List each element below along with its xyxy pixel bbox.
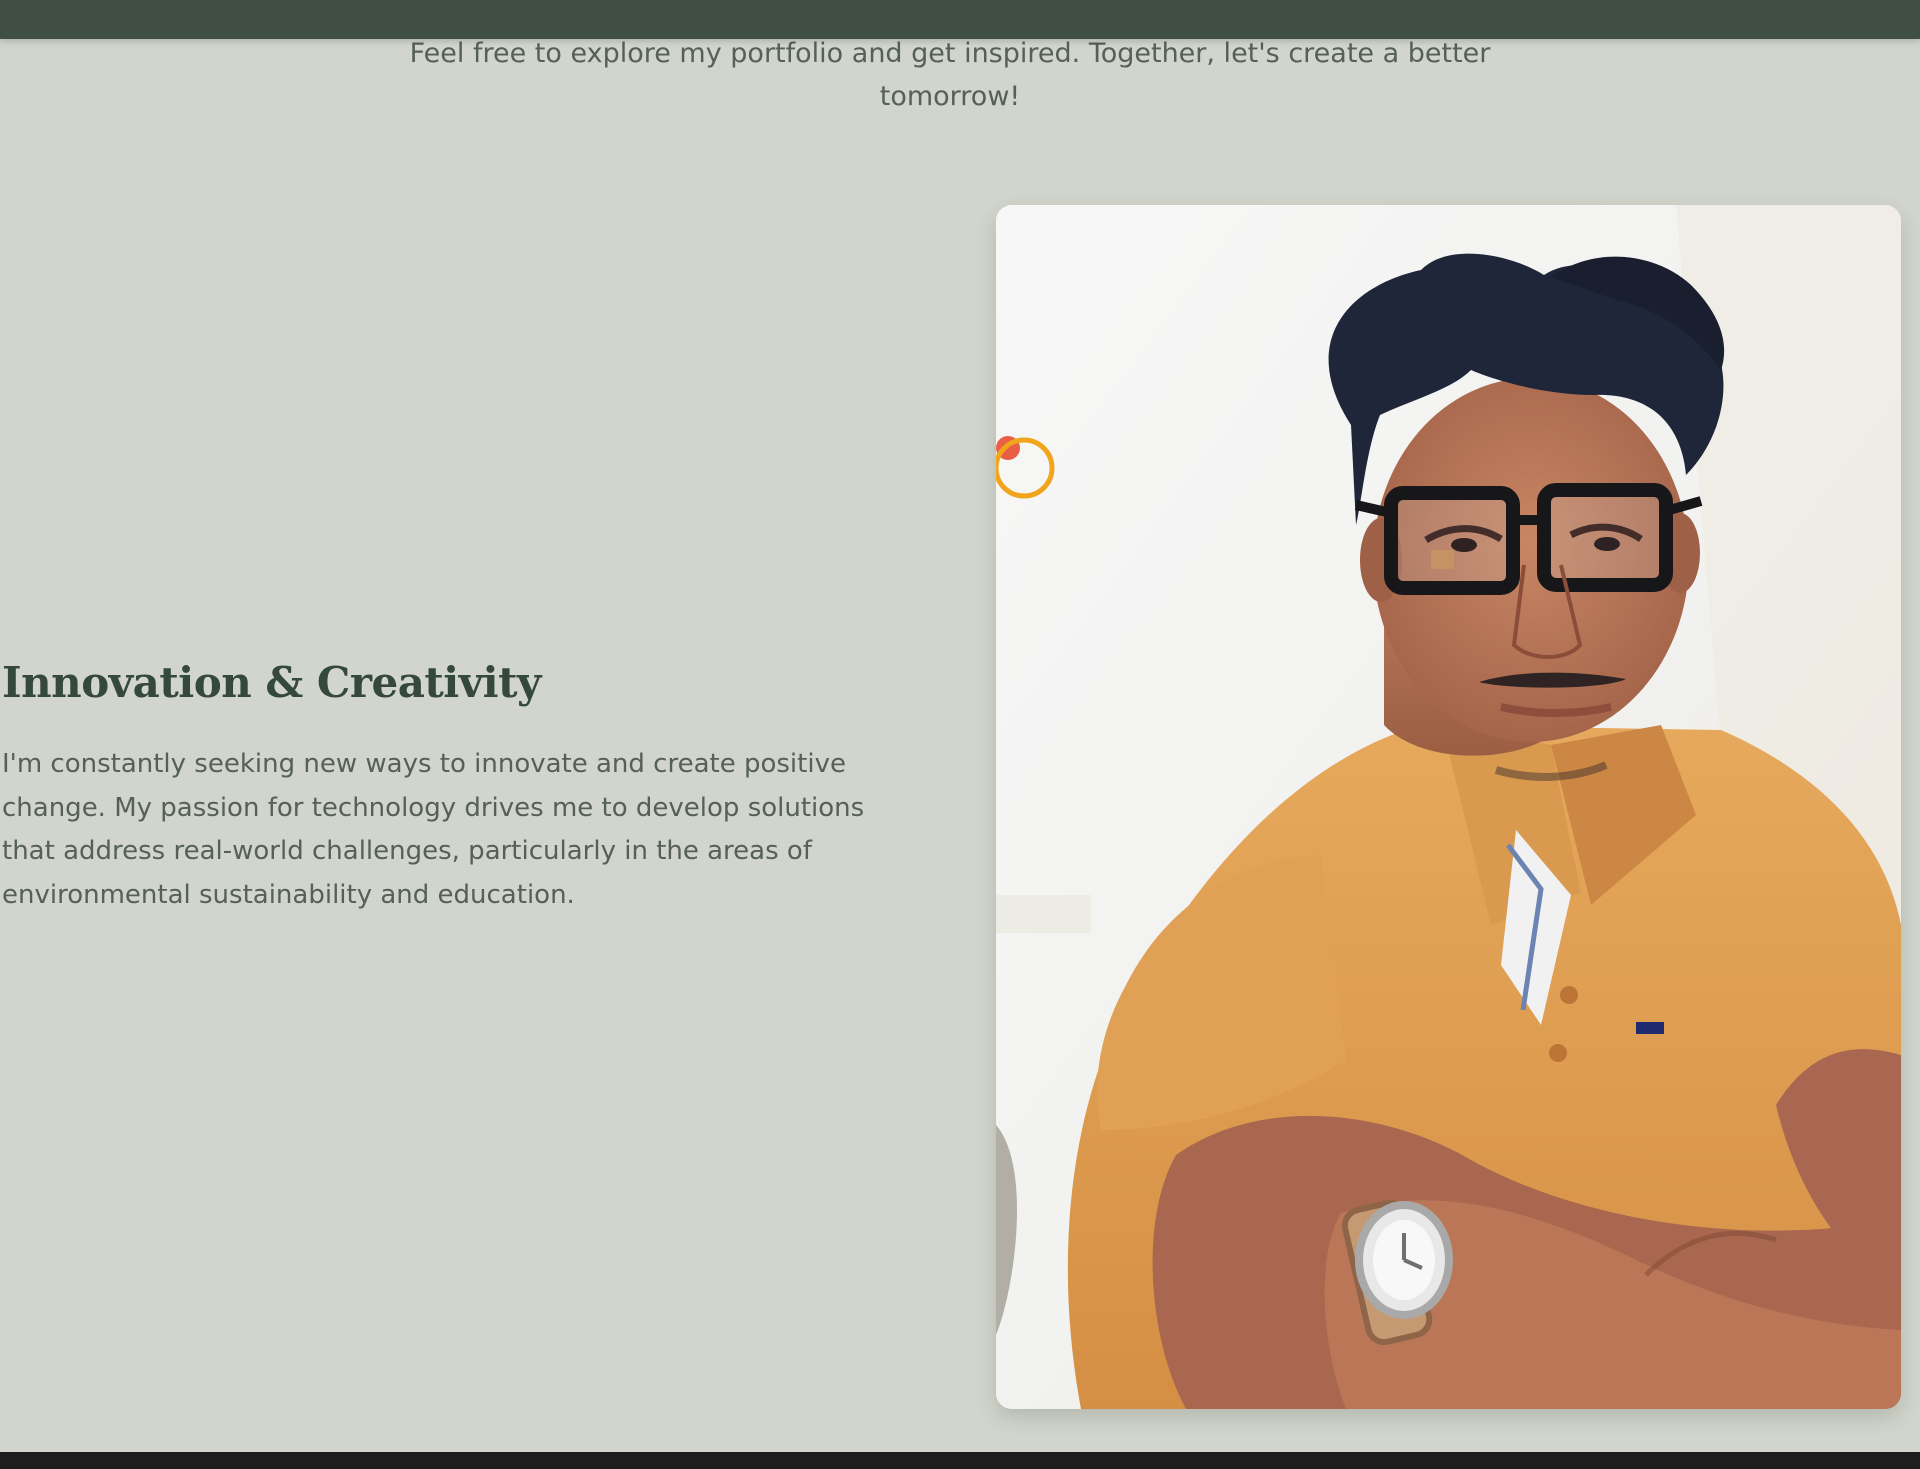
- intro-text: Feel free to explore my portfolio and ge…: [409, 38, 1491, 112]
- feature-heading: Innovation & Creativity: [2, 658, 541, 707]
- portrait-photo: [996, 205, 1901, 1409]
- portrait-illustration: [996, 205, 1901, 1409]
- feature-description: I'm constantly seeking new ways to innov…: [2, 749, 865, 910]
- footer-bar: [0, 1452, 1920, 1469]
- top-navigation-bar: [0, 0, 1920, 39]
